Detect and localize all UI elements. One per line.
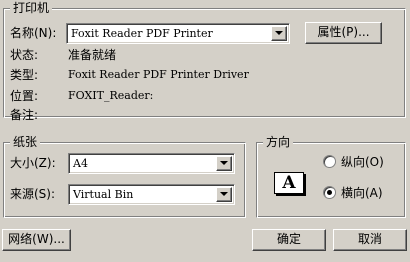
ok-button[interactable]: 确定 (252, 229, 326, 251)
paper-group-title: 纸张 (10, 134, 41, 150)
where-value: FOXIT_Reader: (68, 89, 154, 102)
landscape-radio[interactable] (323, 186, 336, 199)
paper-size-value: A4 (73, 157, 88, 170)
properties-button[interactable]: 属性(P)... (305, 22, 382, 44)
type-value: Foxit Reader PDF Printer Driver (68, 68, 249, 81)
printer-group-title: 打印机 (10, 0, 53, 16)
printer-name-select[interactable]: Foxit Reader PDF Printer (66, 23, 290, 44)
portrait-radio[interactable] (323, 155, 336, 168)
chevron-down-icon (275, 31, 283, 35)
paper-size-select[interactable]: A4 (68, 153, 235, 174)
cancel-button[interactable]: 取消 (333, 229, 407, 251)
printer-name-value: Foxit Reader PDF Printer (71, 27, 213, 40)
status-label: 状态: (10, 48, 39, 62)
paper-source-select[interactable]: Virtual Bin (68, 184, 235, 205)
paper-source-dropdown-button[interactable] (216, 187, 232, 202)
printer-name-dropdown-button[interactable] (271, 26, 287, 41)
paper-source-value: Virtual Bin (73, 188, 134, 201)
chevron-down-icon (220, 161, 228, 165)
comment-label: 备注: (10, 108, 39, 122)
landscape-label[interactable]: 横向(A) (341, 185, 383, 201)
printer-name-label: 名称(N): (10, 26, 57, 40)
type-label: 类型: (10, 68, 39, 82)
paper-source-label: 来源(S): (10, 187, 56, 201)
radio-selected-dot (327, 190, 332, 195)
where-label: 位置: (10, 89, 39, 103)
paper-size-dropdown-button[interactable] (216, 156, 232, 171)
portrait-label[interactable]: 纵向(O) (341, 154, 384, 170)
landscape-page-icon: A (274, 172, 304, 194)
paper-size-label: 大小(Z): (10, 156, 56, 170)
orientation-group-title: 方向 (263, 134, 294, 150)
status-value: 准备就绪 (68, 48, 117, 62)
chevron-down-icon (220, 192, 228, 196)
network-button[interactable]: 网络(W)... (2, 229, 71, 251)
